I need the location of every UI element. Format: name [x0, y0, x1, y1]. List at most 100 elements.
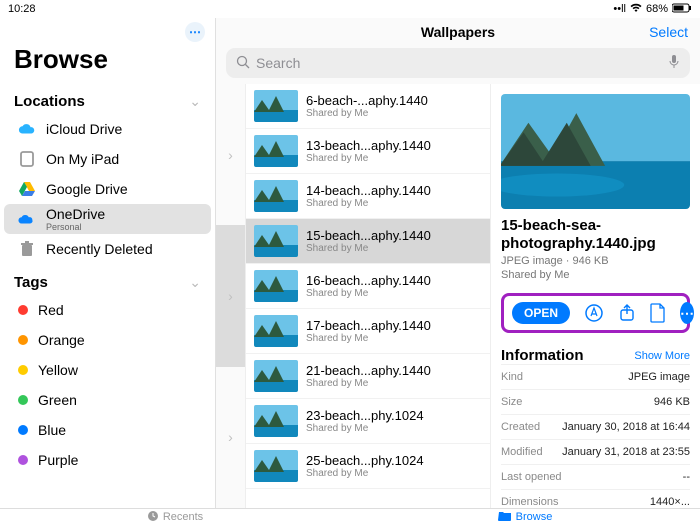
file-sub: Shared by Me [306, 198, 431, 209]
tag-orange[interactable]: Orange [4, 325, 211, 355]
info-key: Size [501, 396, 522, 408]
tag-red[interactable]: Red [4, 295, 211, 325]
file-thumbnail [254, 90, 298, 122]
file-thumbnail [254, 315, 298, 347]
index-column: › › › [216, 84, 246, 508]
info-value: January 31, 2018 at 23:55 [562, 446, 690, 458]
info-row: CreatedJanuary 30, 2018 at 16:44 [501, 414, 690, 439]
tag-label: Yellow [38, 362, 78, 378]
sidebar-item-on-my-ipad[interactable]: On My iPad [4, 144, 211, 174]
tab-bar: Recents Browse [0, 508, 700, 525]
tags-header[interactable]: Tags ⌄ [0, 264, 215, 295]
detail-pane: 15-beach-sea-photography.1440.jpg JPEG i… [490, 84, 700, 508]
tag-purple[interactable]: Purple [4, 445, 211, 475]
file-sub: Shared by Me [306, 468, 424, 479]
content-pane: Wallpapers Select Search › › › 6-beach-.… [216, 18, 700, 508]
tag-dot-icon [18, 455, 28, 465]
onedrive-icon [18, 210, 36, 228]
info-key: Modified [501, 446, 543, 458]
file-thumbnail [254, 360, 298, 392]
info-row: Last opened-- [501, 464, 690, 489]
file-row[interactable]: 6-beach-...aphy.1440 Shared by Me [246, 84, 490, 129]
tab-recents[interactable]: Recents [0, 509, 350, 525]
tag-yellow[interactable]: Yellow [4, 355, 211, 385]
sidebar-more-button[interactable]: ⋯ [185, 22, 205, 42]
file-row[interactable]: 21-beach...aphy.1440 Shared by Me [246, 354, 490, 399]
tab-browse[interactable]: Browse [350, 509, 700, 525]
file-name: 14-beach...aphy.1440 [306, 183, 431, 198]
file-sub: Shared by Me [306, 108, 428, 119]
sidebar-item-onedrive[interactable]: OneDrivePersonal [4, 204, 211, 234]
tag-dot-icon [18, 395, 28, 405]
file-name: 23-beach...phy.1024 [306, 408, 424, 423]
tag-green[interactable]: Green [4, 385, 211, 415]
more-icon[interactable]: ⋯ [680, 302, 694, 324]
file-sub: Shared by Me [306, 378, 431, 389]
battery-pct: 68% [646, 3, 668, 15]
file-sub: Shared by Me [306, 423, 424, 434]
select-button[interactable]: Select [649, 18, 688, 46]
tag-dot-icon [18, 365, 28, 375]
folder-title: Wallpapers [421, 24, 495, 40]
tag-blue[interactable]: Blue [4, 415, 211, 445]
info-header: Information [501, 347, 584, 364]
info-value: 1440×... [650, 496, 690, 508]
file-name: 17-beach...aphy.1440 [306, 318, 431, 333]
status-time: 10:28 [8, 3, 36, 15]
sidebar: ⋯ Browse Locations ⌄ iCloud Drive On My … [0, 18, 216, 508]
file-row[interactable]: 13-beach...aphy.1440 Shared by Me [246, 129, 490, 174]
file-name: 21-beach...aphy.1440 [306, 363, 431, 378]
sidebar-item-recently-deleted[interactable]: Recently Deleted [4, 234, 211, 264]
mic-icon[interactable] [668, 54, 680, 73]
file-sub: Shared by Me [306, 333, 431, 344]
tag-dot-icon [18, 425, 28, 435]
browse-title: Browse [0, 42, 215, 83]
search-icon [236, 55, 250, 72]
sidebar-item-label: On My iPad [46, 151, 119, 167]
file-row[interactable]: 23-beach...phy.1024 Shared by Me [246, 399, 490, 444]
tag-label: Red [38, 302, 64, 318]
search-input[interactable]: Search [226, 48, 690, 78]
tag-dot-icon [18, 305, 28, 315]
file-thumbnail [254, 450, 298, 482]
sidebar-item-label: iCloud Drive [46, 121, 122, 137]
detail-shared: Shared by Me [501, 269, 690, 281]
sidebar-item-label: OneDrive [46, 206, 105, 222]
gdrive-icon [18, 180, 36, 198]
sidebar-item-google-drive[interactable]: Google Drive [4, 174, 211, 204]
signal-icon: ••ll [613, 3, 626, 15]
open-button[interactable]: OPEN [512, 302, 570, 324]
info-key: Kind [501, 371, 523, 383]
preview-image[interactable] [501, 94, 690, 209]
info-value: JPEG image [628, 371, 690, 383]
tag-label: Purple [38, 452, 78, 468]
file-list: 6-beach-...aphy.1440 Shared by Me 13-bea… [246, 84, 490, 508]
document-icon[interactable] [650, 302, 666, 324]
file-row[interactable]: 15-beach...aphy.1440 Shared by Me [246, 219, 490, 264]
show-more-button[interactable]: Show More [634, 350, 690, 362]
wifi-icon [630, 3, 642, 16]
share-icon[interactable] [618, 302, 636, 324]
file-sub: Shared by Me [306, 153, 431, 164]
tag-label: Orange [38, 332, 85, 348]
file-name: 16-beach...aphy.1440 [306, 273, 431, 288]
locations-header[interactable]: Locations ⌄ [0, 83, 215, 114]
file-sub: Shared by Me [306, 243, 431, 254]
ipad-icon [18, 150, 36, 168]
cloud-icon [18, 120, 36, 138]
file-row[interactable]: 25-beach...phy.1024 Shared by Me [246, 444, 490, 489]
detail-title: 15-beach-sea-photography.1440.jpg [501, 217, 690, 253]
file-name: 25-beach...phy.1024 [306, 453, 424, 468]
file-name: 6-beach-...aphy.1440 [306, 93, 428, 108]
chevron-down-icon: ⌄ [189, 274, 201, 291]
file-thumbnail [254, 135, 298, 167]
file-row[interactable]: 16-beach...aphy.1440 Shared by Me [246, 264, 490, 309]
info-value: -- [683, 471, 690, 483]
chevron-down-icon: ⌄ [189, 93, 201, 110]
tag-dot-icon [18, 335, 28, 345]
sidebar-item-icloud-drive[interactable]: iCloud Drive [4, 114, 211, 144]
markup-icon[interactable] [584, 302, 604, 324]
file-row[interactable]: 17-beach...aphy.1440 Shared by Me [246, 309, 490, 354]
trash-icon [18, 240, 36, 258]
file-row[interactable]: 14-beach...aphy.1440 Shared by Me [246, 174, 490, 219]
